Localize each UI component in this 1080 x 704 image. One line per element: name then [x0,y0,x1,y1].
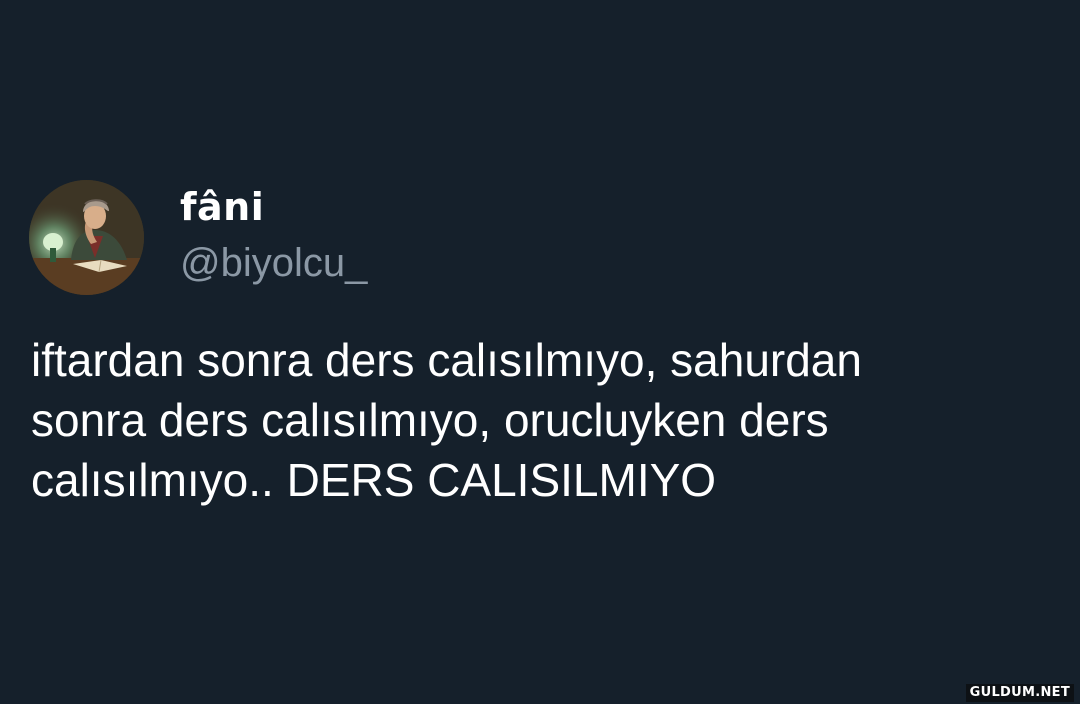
watermark: GULDUM.NET [965,684,1074,702]
tweet-card: fâni @biyolcu_ iftardan sonra ders calıs… [0,0,1080,704]
tweet-text: iftardan sonra ders calısılmıyo, sahurda… [31,330,1051,510]
user-handle[interactable]: @biyolcu_ [180,238,367,288]
tweet-text-line: calısılmıyo.. DERS CALISILMIYO [31,454,717,506]
tweet-text-line: sonra ders calısılmıyo, orucluyken ders [31,394,829,446]
avatar-painting-woman-reading-icon [29,180,144,295]
avatar[interactable] [29,180,144,295]
display-name[interactable]: fâni [180,184,264,230]
tweet-text-line: iftardan sonra ders calısılmıyo, sahurda… [31,334,862,386]
